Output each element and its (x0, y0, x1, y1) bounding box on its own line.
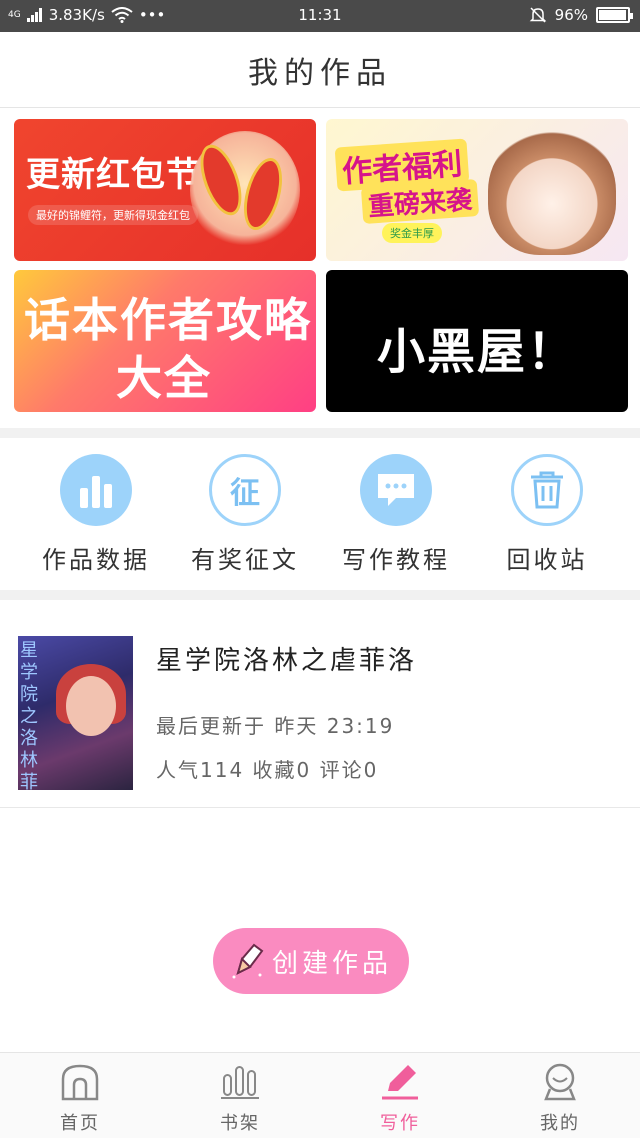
work-list-item[interactable]: 星学院之洛林菲洛 星学院洛林之虐菲洛 最后更新于 昨天 23:19 人气114 … (0, 600, 640, 808)
banner-grid: 更新红包节 最好的锦鲤符，更新得现金红包 作者福利 重磅来袭 奖金丰厚 话本作者… (14, 119, 628, 413)
page-header: 我的作品 (0, 32, 640, 108)
mute-bell-icon (529, 7, 546, 23)
bookshelf-icon (221, 1066, 259, 1099)
nav-label: 书架 (220, 1113, 260, 1134)
banner-badge: 奖金丰厚 (382, 223, 442, 243)
bottom-nav: 首页 书架 写作 我的 (0, 1052, 640, 1138)
nav-home[interactable]: 首页 (0, 1063, 160, 1135)
home-icon (61, 1064, 99, 1101)
chat-bubble-icon (360, 454, 432, 526)
banner-author-guide[interactable]: 话本作者攻略 大全 (14, 270, 316, 412)
section-divider (0, 428, 640, 438)
nav-bookshelf[interactable]: 书架 (160, 1063, 320, 1135)
banner-black-room[interactable]: 小黑屋！ (326, 270, 628, 412)
action-label: 作品数据 (42, 546, 150, 574)
status-bar: 4G 3.83K/s ••• 11:31 96% (0, 0, 640, 32)
banner-title: 话本作者攻略 (24, 293, 312, 347)
banner-title-line2: 大全 (116, 351, 212, 405)
action-writing-tutorial[interactable]: 写作教程 (321, 454, 471, 575)
action-label: 写作教程 (342, 546, 450, 574)
contest-glyph: 征 (230, 476, 260, 511)
banner-title-line2: 重磅来袭 (360, 178, 480, 225)
banner-title: 更新红包节 (26, 155, 201, 195)
action-recycle-bin[interactable]: 回收站 (472, 454, 622, 575)
work-title: 星学院洛林之虐菲洛 (156, 646, 418, 676)
page-title: 我的作品 (248, 55, 392, 91)
battery-level (599, 10, 626, 20)
create-work-label: 创建作品 (271, 948, 392, 979)
banner-red-packet-festival[interactable]: 更新红包节 最好的锦鲤符，更新得现金红包 (14, 119, 316, 261)
nav-label: 我的 (540, 1113, 580, 1134)
book-cover: 星学院之洛林菲洛 (18, 636, 133, 790)
battery-icon (596, 7, 633, 23)
action-work-data[interactable]: 作品数据 (21, 454, 171, 575)
work-stats: 人气114 收藏0 评论0 (156, 758, 379, 782)
anime-girl-illustration (488, 127, 616, 255)
profile-icon (544, 1063, 576, 1101)
pencil-icon (382, 1065, 418, 1100)
banner-subtitle: 最好的锦鲤符，更新得现金红包 (28, 205, 198, 225)
banner-author-benefits[interactable]: 作者福利 重磅来袭 奖金丰厚 (326, 119, 628, 261)
action-label: 有奖征文 (191, 546, 299, 574)
quick-actions: 作品数据 征 有奖征文 写作教程 回收站 (0, 438, 640, 590)
section-divider (0, 590, 640, 600)
pencil-icon (232, 943, 264, 979)
action-writing-contest[interactable]: 征 有奖征文 (170, 454, 320, 575)
action-label: 回收站 (506, 546, 588, 574)
nav-label: 首页 (60, 1113, 100, 1134)
bar-chart-icon (60, 454, 132, 526)
nav-profile[interactable]: 我的 (480, 1063, 640, 1135)
nav-label: 写作 (380, 1113, 420, 1134)
contest-icon: 征 (209, 454, 281, 526)
nav-writing[interactable]: 写作 (320, 1063, 480, 1135)
trash-icon (511, 454, 583, 526)
koi-fish-illustration (190, 131, 300, 249)
banner-title: 小黑屋！ (376, 324, 577, 380)
create-work-button[interactable]: 创建作品 (213, 928, 409, 994)
battery-percent: 96% (554, 6, 588, 24)
work-updated: 最后更新于 昨天 23:19 (156, 714, 395, 738)
